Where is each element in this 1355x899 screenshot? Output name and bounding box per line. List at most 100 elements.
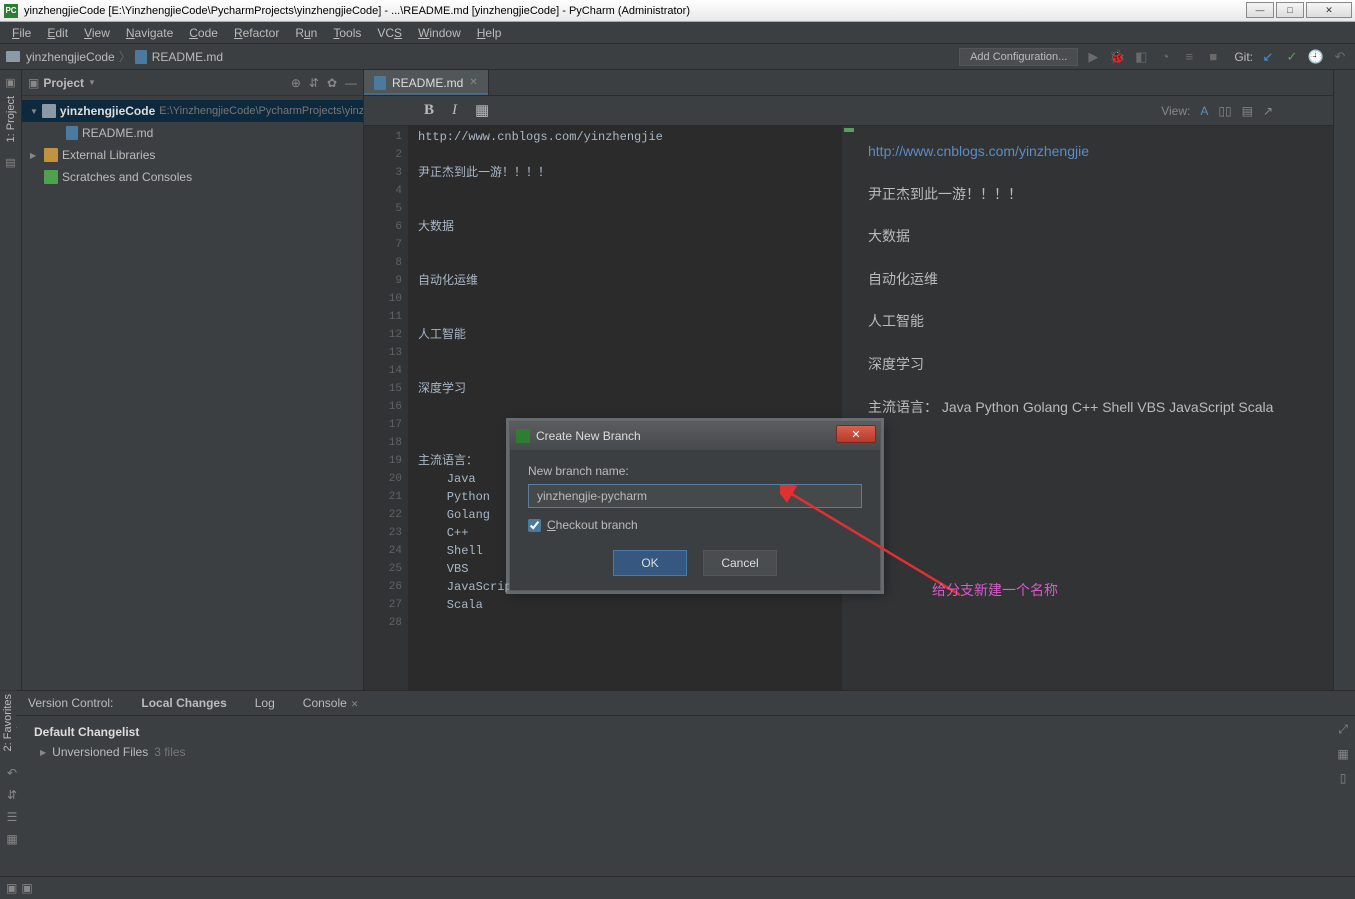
group-icon[interactable]: ▦ (1337, 747, 1348, 761)
editor-tab-readme[interactable]: README.md ✕ (364, 70, 489, 95)
todo-icon[interactable]: ▣ (21, 881, 32, 895)
project-panel: ▣ Project ▼ ⊕ ⇵ ✿ — ▼ yinzhengjieCode E:… (22, 70, 364, 690)
breadcrumb-file[interactable]: README.md (152, 50, 223, 64)
tab-log[interactable]: Log (241, 696, 289, 710)
menu-navigate[interactable]: Navigate (118, 24, 181, 42)
profile-icon[interactable]: ◔ (1156, 48, 1174, 66)
menu-window[interactable]: Window (410, 24, 469, 42)
git-history-icon[interactable]: 🕘 (1307, 48, 1325, 66)
tree-external-libs[interactable]: ▶ External Libraries (22, 144, 363, 166)
tab-console[interactable]: Console✕ (289, 696, 373, 710)
view-split-icon[interactable]: ▯▯ (1218, 104, 1231, 118)
close-tab-icon[interactable]: ✕ (469, 77, 477, 88)
view-preview-icon[interactable]: ▤ (1242, 104, 1253, 118)
window-titlebar: PC yinzhengjieCode [E:\YinzhengjieCode\P… (0, 0, 1355, 22)
hide-icon[interactable]: — (345, 76, 357, 90)
code-editor[interactable]: 1234567891011121314151617181920212223242… (364, 126, 854, 690)
maximize-button[interactable]: □ (1276, 2, 1304, 18)
expand-icon[interactable]: ⤢ (1338, 722, 1348, 737)
project-panel-title[interactable]: Project (43, 76, 84, 90)
preview-text: 大数据 (868, 223, 1319, 250)
collapse-icon[interactable]: ⇵ (309, 76, 319, 90)
git-revert-icon[interactable]: ↶ (1331, 48, 1349, 66)
breadcrumb: yinzhengjieCode 〉 README.md (6, 48, 223, 65)
image-button[interactable]: ▦ (475, 101, 489, 120)
view-text-icon[interactable]: A (1200, 104, 1208, 118)
settings-icon[interactable]: ✿ (327, 76, 337, 90)
preview-text: 自动化运维 (868, 266, 1319, 293)
menu-refactor[interactable]: Refactor (226, 24, 287, 42)
toolbar: yinzhengjieCode 〉 README.md Add Configur… (0, 44, 1355, 70)
menu-file[interactable]: File (4, 24, 39, 42)
debug-icon[interactable]: 🐞 (1108, 48, 1126, 66)
markdown-file-icon (135, 50, 147, 64)
dialog-titlebar[interactable]: Create New Branch ✕ (510, 422, 880, 450)
dialog-close-button[interactable]: ✕ (836, 425, 876, 443)
ok-button[interactable]: OK (613, 550, 687, 576)
menu-view[interactable]: View (76, 24, 118, 42)
pycharm-icon (516, 429, 530, 443)
default-changelist[interactable]: Default Changelist (34, 722, 1321, 742)
statusbar: ▣ ▣ (0, 876, 1355, 899)
editor-area: README.md ✕ B I ▦ View: A ▯▯ ▤ ↗ 1234567… (364, 70, 1333, 690)
project-tool-icon[interactable]: ▣ (3, 74, 19, 90)
view-external-icon[interactable]: ↗ (1263, 104, 1273, 118)
stop-icon[interactable]: ■ (1204, 48, 1222, 66)
code-content[interactable]: http://www.cnblogs.com/yinzhengjie 尹正杰到此… (408, 126, 842, 690)
favorites-tool-tab[interactable]: 2: Favorites (0, 690, 16, 755)
add-configuration-button[interactable]: Add Configuration... (959, 48, 1078, 66)
scratch-icon (44, 170, 58, 184)
left-tool-gutter: ▣ 1: Project ▤ (0, 70, 22, 690)
preview-diff-icon[interactable]: ▯ (1340, 771, 1347, 785)
markdown-file-icon (66, 126, 78, 140)
markdown-file-icon (374, 76, 386, 90)
italic-button[interactable]: I (452, 102, 457, 119)
git-commit-icon[interactable]: ✓ (1283, 48, 1301, 66)
menu-code[interactable]: Code (181, 24, 226, 42)
cancel-button[interactable]: Cancel (703, 550, 777, 576)
line-gutter: 1234567891011121314151617181920212223242… (364, 126, 408, 690)
changelist-icon[interactable]: ☰ (7, 810, 18, 824)
project-tool-tab[interactable]: 1: Project (3, 92, 19, 146)
tab-local-changes[interactable]: Local Changes (127, 696, 240, 710)
tree-root[interactable]: ▼ yinzhengjieCode E:\YinzhengjieCode\Pyc… (22, 100, 363, 122)
shelve-icon[interactable]: ▦ (6, 832, 17, 846)
vcs-right-toolbar: ⤢ ▦ ▯ (1331, 716, 1355, 876)
diff-icon[interactable]: ⇵ (7, 788, 17, 802)
window-title: yinzhengjieCode [E:\YinzhengjieCode\Pych… (24, 5, 690, 17)
unversioned-files[interactable]: ▶ Unversioned Files 3 files (34, 742, 1321, 762)
tree-scratches[interactable]: Scratches and Consoles (22, 166, 363, 188)
preview-text: 深度学习 (868, 351, 1319, 378)
menu-edit[interactable]: Edit (39, 24, 76, 42)
vcs-panel: ⟳ ✓ ↶ ⇵ ☰ ▦ Default Changelist ▶ Unversi… (0, 716, 1355, 876)
project-panel-header: ▣ Project ▼ ⊕ ⇵ ✿ — (22, 70, 363, 96)
revert-icon[interactable]: ↶ (7, 766, 17, 780)
concurrency-icon[interactable]: ≡ (1180, 48, 1198, 66)
preview-text: 尹正杰到此一游！！！！ (868, 181, 1319, 208)
git-update-icon[interactable]: ↙ (1259, 48, 1277, 66)
minimize-button[interactable]: — (1246, 2, 1274, 18)
menu-run[interactable]: Run (287, 24, 325, 42)
branch-name-input[interactable] (528, 484, 862, 508)
create-branch-dialog: Create New Branch ✕ New branch name: Che… (509, 421, 881, 591)
bold-button[interactable]: B (424, 102, 434, 119)
checkout-branch-checkbox[interactable] (528, 519, 541, 532)
window-controls: — □ ✕ (1246, 2, 1352, 18)
menu-tools[interactable]: Tools (325, 24, 369, 42)
target-icon[interactable]: ⊕ (291, 76, 301, 90)
preview-link[interactable]: http://www.cnblogs.com/yinzhengjie (868, 143, 1089, 159)
menu-help[interactable]: Help (469, 24, 510, 42)
project-select-icon[interactable]: ▣ (28, 76, 39, 90)
run-icon[interactable]: ▶ (1084, 48, 1102, 66)
structure-tool-icon[interactable]: ▤ (3, 154, 19, 170)
menu-vcs[interactable]: VCS (369, 24, 410, 42)
tree-file-readme[interactable]: README.md (22, 122, 363, 144)
checkout-branch-label: Checkout branch (547, 518, 638, 532)
coverage-icon[interactable]: ◧ (1132, 48, 1150, 66)
close-button[interactable]: ✕ (1306, 2, 1352, 18)
tool-windows-icon[interactable]: ▣ (6, 881, 17, 895)
vcs-panel-title: Version Control: (0, 696, 127, 710)
markdown-toolbar: B I ▦ View: A ▯▯ ▤ ↗ (364, 96, 1333, 126)
annotation-text: 给分支新建一个名称 (932, 580, 1058, 600)
breadcrumb-project[interactable]: yinzhengjieCode (26, 50, 115, 64)
